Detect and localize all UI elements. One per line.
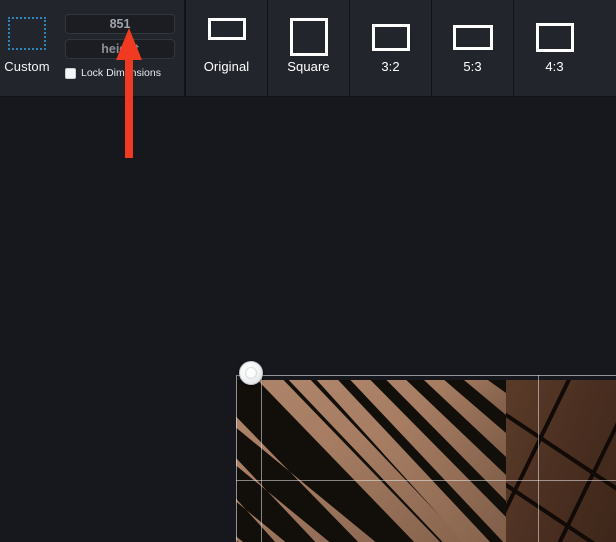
- aspect-option-original-label: Original: [203, 59, 250, 74]
- aspect-option-square[interactable]: Square: [267, 0, 349, 96]
- crop-grid-line-v2: [538, 375, 539, 542]
- crop-handle-top-left-icon[interactable]: [239, 361, 263, 385]
- rectangle-icon: [207, 18, 246, 40]
- aspect-option-3-2[interactable]: 3:2: [349, 0, 431, 96]
- photo-content: [236, 375, 616, 542]
- lock-dimensions-checkbox[interactable]: [65, 67, 76, 79]
- aspect-option-custom-label: Custom: [4, 59, 50, 74]
- rectangle-icon: [535, 23, 574, 52]
- lock-dimensions-row[interactable]: Lock Dimensions: [65, 67, 161, 79]
- aspect-option-5-3-label: 5:3: [463, 59, 482, 74]
- aspect-option-square-label: Square: [287, 59, 330, 74]
- aspect-option-4-3-label: 4:3: [545, 59, 564, 74]
- dotted-rectangle-icon: [8, 17, 46, 50]
- crop-grid-line-h1: [236, 480, 616, 481]
- slat-fan: [236, 375, 506, 542]
- lock-dimensions-label: Lock Dimensions: [81, 67, 161, 79]
- rectangle-icon: [371, 24, 410, 51]
- aspect-option-custom[interactable]: Custom: [0, 0, 54, 96]
- crop-toolbar: Custom Lock Dimensions Original Square 3…: [0, 0, 616, 97]
- rectangle-icon: [289, 18, 328, 56]
- aspect-option-4-3[interactable]: 4:3: [513, 0, 595, 96]
- aspect-option-5-3[interactable]: 5:3: [431, 0, 513, 96]
- app-root: Custom Lock Dimensions Original Square 3…: [0, 0, 616, 542]
- aspect-option-3-2-label: 3:2: [381, 59, 400, 74]
- crop-grid-line-v1: [261, 375, 262, 542]
- height-input[interactable]: [65, 39, 175, 59]
- image-top-shadow: [236, 375, 616, 380]
- aspect-option-original[interactable]: Original: [185, 0, 267, 96]
- dimensions-group: Lock Dimensions: [54, 0, 185, 96]
- rectangle-icon: [452, 25, 493, 50]
- width-input[interactable]: [65, 14, 175, 34]
- cropped-image[interactable]: [236, 375, 616, 542]
- editor-canvas[interactable]: [0, 98, 616, 542]
